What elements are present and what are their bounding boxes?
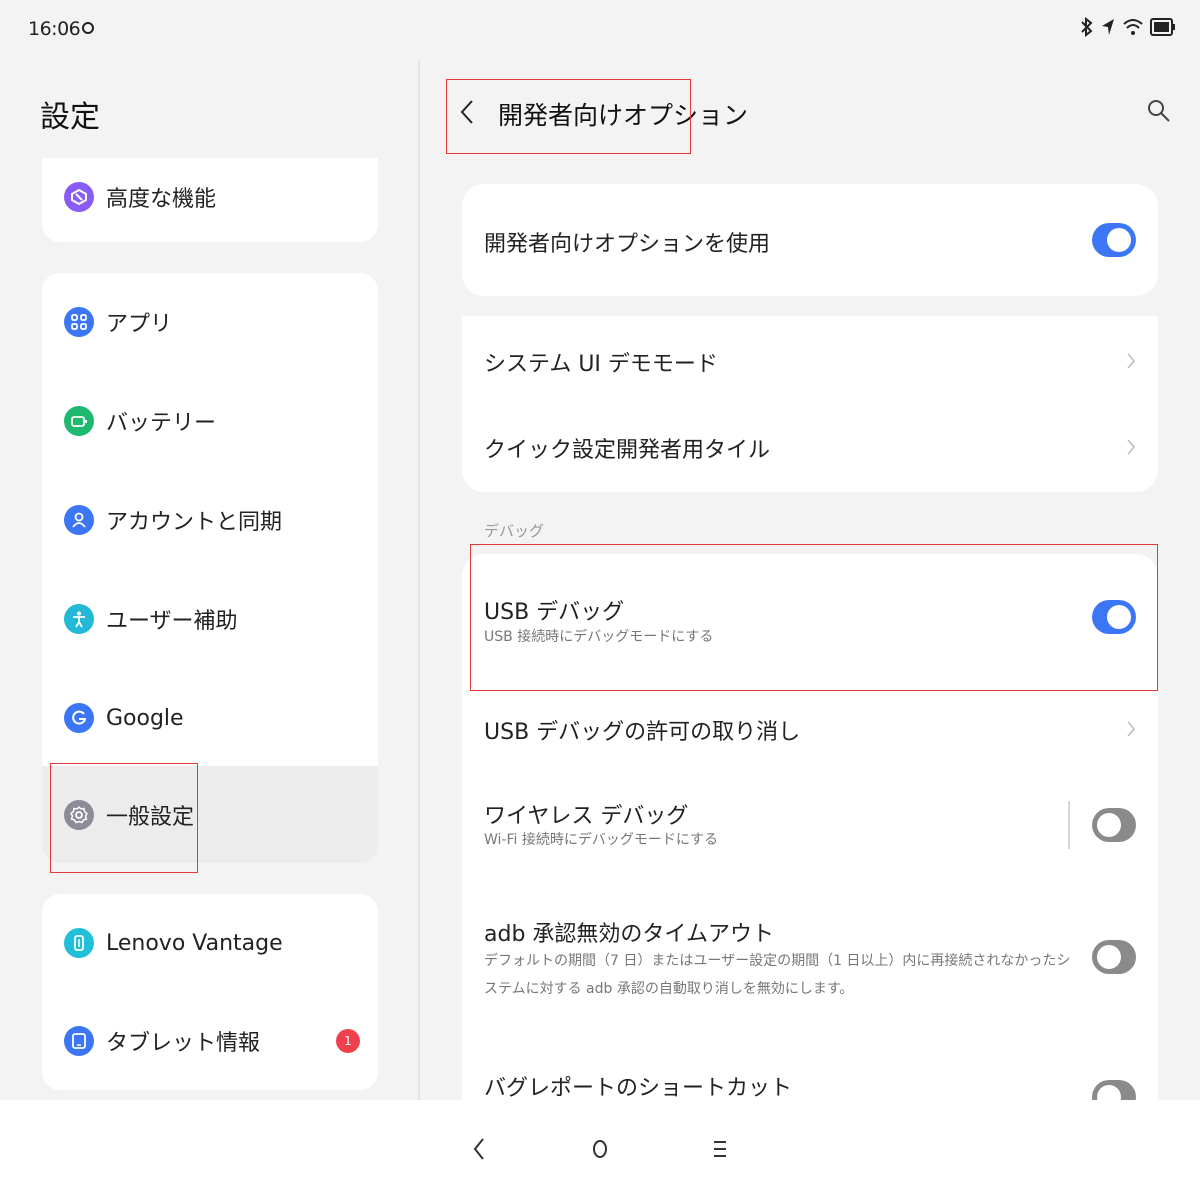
sidebar-item-lenovo-vantage[interactable]: Lenovo Vantage [42,894,378,992]
row-title: システム UI デモモード [484,352,718,377]
row-subtitle: デフォルトの期間（7 日）またはユーザー設定の期間（1 日以上）内に再接続されな… [484,953,1071,997]
sidebar-item-google[interactable]: Google [42,669,378,767]
gear-icon [64,800,94,830]
navigation-bar [0,1100,1200,1200]
row-title: USB デバッグの許可の取り消し [484,720,801,745]
sidebar-item-label: 一般設定 [106,805,195,830]
nav-recents-button[interactable] [705,1134,735,1164]
search-button[interactable] [1144,96,1174,126]
status-icons [1080,16,1176,38]
battery-icon [64,406,94,436]
row-usb-debugging[interactable]: USB デバッグ USB 接続時にデバッグモードにする [462,554,1158,692]
sidebar-item-label: Lenovo Vantage [106,930,283,956]
menu-lines-icon [714,1141,726,1157]
tablet-icon [64,1026,94,1056]
row-system-ui-demo-mode[interactable]: システム UI デモモード [462,316,1158,404]
section-label-debug: デバッグ [484,522,545,540]
chevron-right-icon [1127,439,1135,455]
sidebar-item-accessibility[interactable]: ユーザー補助 [42,570,378,668]
toggle-knob [1097,945,1121,969]
row-title: バグレポートのショートカット [484,1076,793,1101]
sidebar-card-bottom: Lenovo Vantage タブレット情報 1 [42,894,378,1090]
back-arrow-icon [473,1138,484,1160]
enable-developer-options-toggle[interactable] [1092,223,1136,257]
chevron-right-icon [1127,353,1135,369]
sidebar-item-general-settings[interactable]: 一般設定 [42,766,378,863]
developer-links-card: システム UI デモモード クイック設定開発者用タイル [462,316,1158,492]
back-button[interactable] [452,94,482,130]
wifi-icon [1123,19,1143,35]
sidebar-item-label: アカウントと同期 [106,510,283,535]
row-quick-settings-tiles[interactable]: クイック設定開発者用タイル [462,404,1158,492]
row-divider [1068,801,1070,849]
enable-developer-options-card: 開発者向けオプションを使用 [462,184,1158,296]
toggle-knob [1107,228,1131,252]
settings-sidebar: 設定 高度な機能 アプリ バッテリー アカウントと同期 ユーザー補助 Googl… [0,60,420,1100]
wireless-debugging-toggle[interactable] [1092,808,1136,842]
vantage-icon [64,928,94,958]
enable-developer-options-row[interactable]: 開発者向けオプションを使用 [462,184,1158,296]
sidebar-item-label: タブレット情報 [106,1031,261,1056]
accessibility-icon [64,604,94,634]
status-bar: 16:06 [0,0,1200,60]
home-circle-icon [593,1140,607,1158]
row-revoke-usb-authorizations[interactable]: USB デバッグの許可の取り消し [462,692,1158,790]
row-title: USB デバッグ [484,600,625,625]
row-wireless-debugging[interactable]: ワイヤレス デバッグ Wi-Fi 接続時にデバッグモードにする [462,790,1158,902]
toggle-knob [1097,813,1121,837]
cube-icon [64,182,94,212]
sidebar-item-label: ユーザー補助 [106,609,238,634]
sidebar-item-accounts[interactable]: アカウントと同期 [42,471,378,569]
location-icon [1102,19,1114,35]
row-title: 開発者向けオプションを使用 [484,232,771,257]
page-title: 開発者向けオプション [498,101,749,130]
row-title: クイック設定開発者用タイル [484,438,771,463]
row-title: adb 承認無効のタイムアウト [484,922,774,947]
sidebar-card-top: 高度な機能 [42,158,378,242]
nav-back-button[interactable] [464,1134,494,1164]
person-icon [64,505,94,535]
row-subtitle: Wi-Fi 接続時にデバッグモードにする [484,832,718,848]
sidebar-item-label: バッテリー [106,411,217,436]
chevron-right-icon [1127,721,1135,737]
nav-home-button[interactable] [585,1134,615,1164]
debug-card: USB デバッグ USB 接続時にデバッグモードにする USB デバッグの許可の… [462,554,1158,1114]
sidebar-item-label: 高度な機能 [106,187,217,212]
usb-debugging-toggle[interactable] [1092,600,1136,634]
toggle-knob [1107,605,1131,629]
apps-grid-icon [64,307,94,337]
settings-title: 設定 [40,100,100,135]
notification-icon [82,22,95,34]
google-icon [64,703,94,733]
status-time: 16:06 [28,18,95,40]
sidebar-item-label: Google [106,705,184,731]
sidebar-item-battery[interactable]: バッテリー [42,372,378,470]
developer-options-panel: 開発者向けオプション 開発者向けオプションを使用 システム UI デモモード ク… [422,60,1200,1114]
sidebar-item-tablet-info[interactable]: タブレット情報 1 [42,992,378,1090]
sidebar-item-apps[interactable]: アプリ [42,273,378,371]
battery-status-icon [1150,18,1175,36]
chevron-left-icon [460,100,473,124]
sidebar-card-main: アプリ バッテリー アカウントと同期 ユーザー補助 Google 一般設定 [42,273,378,863]
sidebar-item-advanced-features[interactable]: 高度な機能 [42,158,378,242]
adb-timeout-toggle[interactable] [1092,940,1136,974]
bluetooth-icon [1081,16,1093,38]
notification-badge: 1 [336,1029,360,1053]
sidebar-item-label: アプリ [106,312,173,337]
row-adb-authorization-timeout[interactable]: adb 承認無効のタイムアウト デフォルトの期間（7 日）またはユーザー設定の期… [462,902,1158,1034]
status-time-text: 16:06 [28,18,81,40]
search-icon [1148,100,1170,122]
row-subtitle: USB 接続時にデバッグモードにする [484,629,714,645]
